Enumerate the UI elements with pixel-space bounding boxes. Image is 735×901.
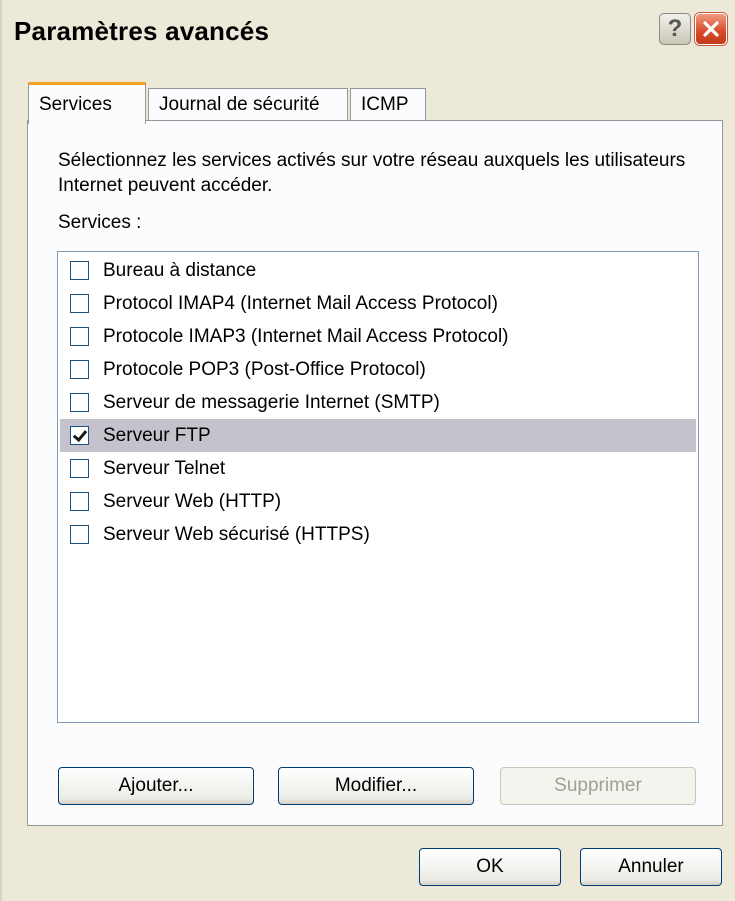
list-item-label: Serveur Web sécurisé (HTTPS) bbox=[103, 523, 370, 545]
help-icon: ? bbox=[667, 15, 683, 42]
close-icon bbox=[703, 21, 719, 37]
list-item-label: Serveur Web (HTTP) bbox=[103, 490, 282, 512]
list-item-pop3[interactable]: Protocole POP3 (Post-Office Protocol) bbox=[60, 353, 696, 386]
list-item-label: Protocole IMAP3 (Internet Mail Access Pr… bbox=[103, 325, 509, 347]
delete-button[interactable]: Supprimer bbox=[500, 767, 696, 805]
list-item-imap3[interactable]: Protocole IMAP3 (Internet Mail Access Pr… bbox=[60, 320, 696, 353]
list-item-label: Protocole POP3 (Post-Office Protocol) bbox=[103, 358, 426, 380]
checkbox[interactable] bbox=[70, 294, 89, 313]
ok-button[interactable]: OK bbox=[419, 848, 561, 886]
tab-services[interactable]: Services bbox=[28, 82, 146, 124]
list-item-smtp[interactable]: Serveur de messagerie Internet (SMTP) bbox=[60, 386, 696, 419]
list-item-https[interactable]: Serveur Web sécurisé (HTTPS) bbox=[60, 518, 696, 551]
tab-journal-securite[interactable]: Journal de sécurité bbox=[148, 88, 348, 122]
list-item-imap4[interactable]: Protocol IMAP4 (Internet Mail Access Pro… bbox=[60, 287, 696, 320]
dialog-window: Paramètres avancés ? Services Journal de… bbox=[0, 0, 735, 901]
list-item-label: Serveur FTP bbox=[103, 424, 211, 446]
checkbox[interactable] bbox=[70, 459, 89, 478]
list-item-telnet[interactable]: Serveur Telnet bbox=[60, 452, 696, 485]
add-button[interactable]: Ajouter... bbox=[58, 767, 254, 805]
list-item-ftp[interactable]: Serveur FTP bbox=[60, 419, 696, 452]
services-label: Services : bbox=[58, 212, 142, 233]
services-list[interactable]: Bureau à distance Protocol IMAP4 (Intern… bbox=[57, 251, 699, 723]
tab-panel-services: Sélectionnez les services activés sur vo… bbox=[27, 120, 723, 826]
tab-label: ICMP bbox=[361, 94, 409, 115]
list-item-label: Bureau à distance bbox=[103, 259, 257, 281]
checkbox-checked[interactable] bbox=[70, 426, 89, 445]
checkbox[interactable] bbox=[70, 327, 89, 346]
close-button[interactable] bbox=[695, 13, 727, 45]
tab-label: Journal de sécurité bbox=[159, 94, 320, 115]
description-text: Sélectionnez les services activés sur vo… bbox=[58, 150, 686, 196]
checkbox[interactable] bbox=[70, 525, 89, 544]
checkbox[interactable] bbox=[70, 360, 89, 379]
list-item-http[interactable]: Serveur Web (HTTP) bbox=[60, 485, 696, 518]
window-title: Paramètres avancés bbox=[14, 16, 270, 46]
help-button[interactable]: ? bbox=[659, 13, 691, 45]
checkbox[interactable] bbox=[70, 393, 89, 412]
title-bar[interactable]: Paramètres avancés ? bbox=[2, 0, 735, 62]
edit-button[interactable]: Modifier... bbox=[278, 767, 474, 805]
tab-icmp[interactable]: ICMP bbox=[350, 88, 426, 122]
checkbox[interactable] bbox=[70, 261, 89, 280]
list-item-label: Serveur de messagerie Internet (SMTP) bbox=[103, 391, 440, 413]
list-item-label: Protocol IMAP4 (Internet Mail Access Pro… bbox=[103, 292, 498, 314]
checkbox[interactable] bbox=[70, 492, 89, 511]
list-item-bureau-distance[interactable]: Bureau à distance bbox=[60, 254, 696, 287]
tab-label: Services bbox=[39, 94, 112, 115]
list-item-label: Serveur Telnet bbox=[103, 457, 226, 479]
cancel-button[interactable]: Annuler bbox=[580, 848, 722, 886]
